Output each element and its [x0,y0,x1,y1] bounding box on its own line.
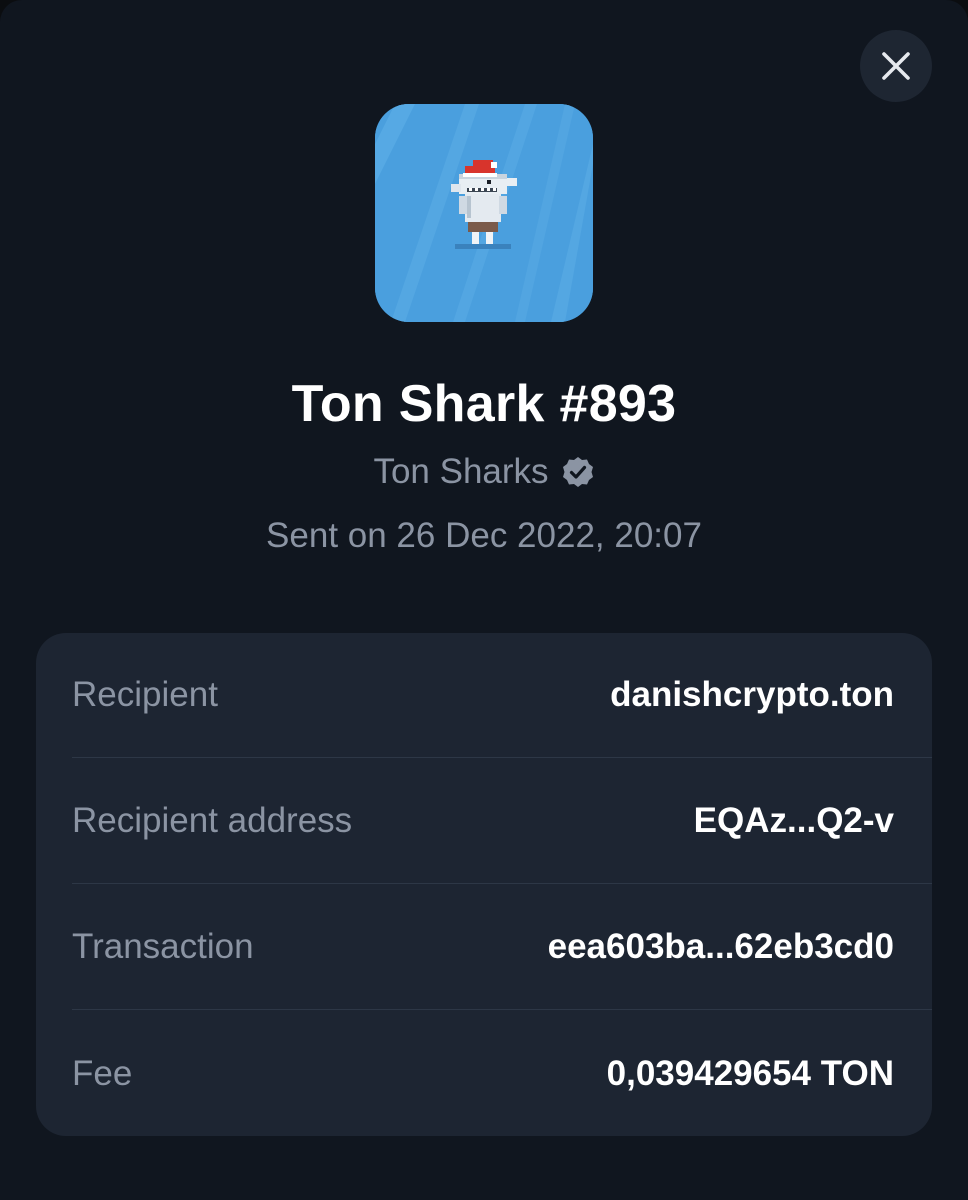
detail-value: 0,039429654 TON [606,1053,894,1093]
detail-row-recipient[interactable]: Recipient danishcrypto.ton [72,633,932,758]
detail-row-transaction[interactable]: Transaction eea603ba...62eb3cd0 [72,885,932,1010]
detail-label: Transaction [72,927,254,966]
detail-value[interactable]: danishcrypto.ton [610,675,894,715]
transaction-detail-sheet: Ton Shark #893 Ton Sharks Sent on 26 Dec… [0,0,968,1200]
verified-badge-icon [562,457,593,487]
transaction-details-card: Recipient danishcrypto.ton Recipient add… [36,633,932,1136]
nft-image[interactable] [375,104,593,322]
detail-value[interactable]: EQAz...Q2-v [694,801,894,841]
collection-row[interactable]: Ton Sharks [0,450,968,494]
detail-row-fee: Fee 0,039429654 TON [72,1011,932,1136]
sent-date: Sent on 26 Dec 2022, 20:07 [266,516,702,555]
close-button[interactable] [860,30,932,102]
detail-row-recipient-address[interactable]: Recipient address EQAz...Q2-v [72,759,932,884]
shark-artwork [375,104,593,322]
close-icon [882,52,910,80]
detail-label: Fee [72,1053,133,1093]
collection-name[interactable]: Ton Sharks [373,450,548,494]
detail-label: Recipient [72,675,218,714]
detail-label: Recipient address [72,801,353,840]
detail-value[interactable]: eea603ba...62eb3cd0 [548,927,894,967]
nft-title: Ton Shark #893 [291,375,677,433]
